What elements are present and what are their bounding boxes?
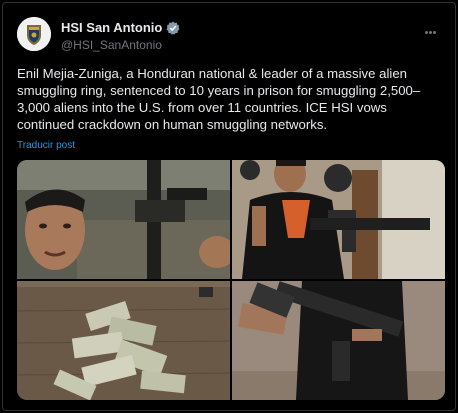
verified-badge-icon (166, 21, 180, 35)
handle[interactable]: @HSI_SanAntonio (61, 38, 180, 52)
photo-1[interactable] (17, 160, 230, 279)
display-name[interactable]: HSI San Antonio (61, 20, 162, 35)
photo-4[interactable] (232, 281, 445, 400)
translate-link[interactable]: Traducir post (17, 140, 75, 151)
tweet-text: Enil Mejia-Zuniga, a Honduran national &… (17, 66, 421, 132)
author-names: HSI San Antonio @HSI_SanAntonio (61, 20, 180, 52)
tweet-header: HSI San Antonio @HSI_SanAntonio (17, 17, 445, 57)
hsi-seal-icon (17, 17, 51, 51)
tweet-card[interactable]: HSI San Antonio @HSI_SanAntonio Enil Mej… (2, 2, 456, 411)
avatar[interactable] (17, 17, 51, 51)
more-options-icon[interactable] (425, 21, 441, 34)
media-grid (17, 160, 445, 400)
photo-2[interactable] (232, 160, 445, 279)
photo-3[interactable] (17, 281, 230, 400)
